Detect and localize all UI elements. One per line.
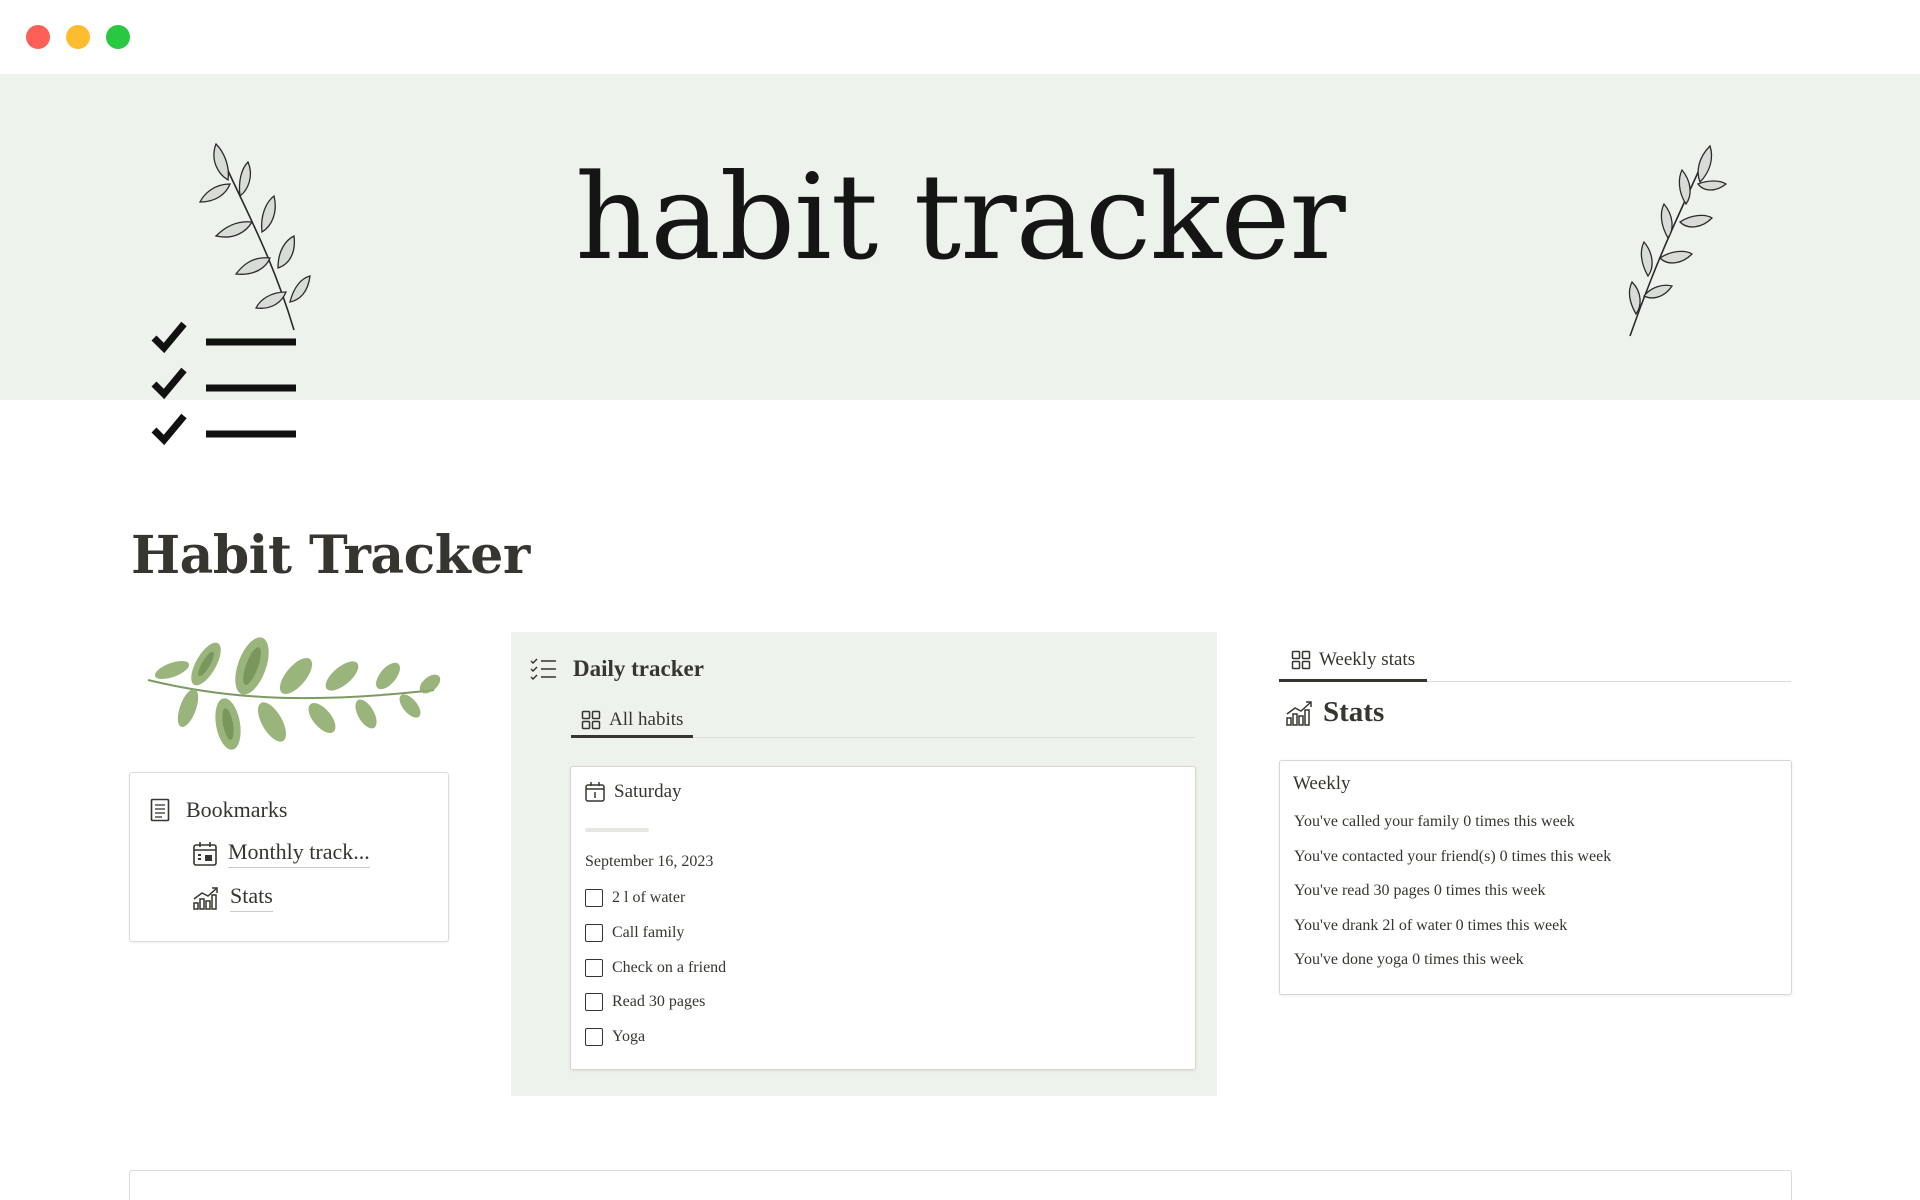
checklist-page-icon[interactable] <box>150 320 300 452</box>
habit-item: Check on a friend <box>585 959 726 977</box>
habit-item: Yoga <box>585 1028 645 1046</box>
tab-label: Weekly stats <box>1319 648 1416 670</box>
card-day-label: Saturday <box>614 781 682 802</box>
bookmark-link-label[interactable]: Monthly track... <box>228 839 370 868</box>
habit-checkbox[interactable] <box>585 924 603 942</box>
habit-checkbox[interactable] <box>585 1028 603 1046</box>
habit-label: Yoga <box>612 1028 646 1045</box>
progress-bar <box>585 828 649 832</box>
stats-title[interactable]: Stats <box>1323 696 1384 729</box>
stats-header: Stats <box>1285 696 1384 729</box>
weekly-stat-line: You've drank 2l of water 0 times this we… <box>1294 917 1568 934</box>
card-date: September 16, 2023 <box>585 853 714 870</box>
gallery-icon <box>1291 650 1311 669</box>
growth-chart-icon[interactable] <box>1285 699 1315 727</box>
bookmark-link-monthly-tracker[interactable]: Monthly track... <box>192 839 370 868</box>
weekly-stats-card[interactable]: Weekly You've called your family 0 times… <box>1279 760 1792 995</box>
daily-tracker-header: Daily tracker <box>529 656 704 682</box>
close-window-button[interactable] <box>26 25 50 49</box>
bookmarks-callout: Bookmarks Monthly track... Stats <box>129 772 449 942</box>
tab-label: All habits <box>609 708 684 730</box>
bottom-callout <box>129 1170 1792 1200</box>
habit-item: Read 30 pages <box>585 993 705 1011</box>
daily-tracker-section: Daily tracker All habits Saturday Septem… <box>511 632 1217 1096</box>
habit-label: Call family <box>612 924 685 941</box>
habit-checkbox[interactable] <box>585 959 603 977</box>
window-titlebar <box>0 0 1920 74</box>
habit-label: Check on a friend <box>612 959 727 976</box>
watercolor-leaves-illustration <box>147 637 441 750</box>
growth-chart-icon <box>193 886 218 910</box>
daily-tracker-title[interactable]: Daily tracker <box>573 656 704 682</box>
weekly-stat-line: You've done yoga 0 times this week <box>1294 951 1524 968</box>
habit-item: 2 l of water <box>585 889 685 907</box>
habit-checkbox[interactable] <box>585 889 603 907</box>
daily-tracker-view-tabs: All habits <box>571 704 1195 738</box>
bookmark-link-label[interactable]: Stats <box>230 883 273 912</box>
maximize-window-button[interactable] <box>106 25 130 49</box>
calendar-icon <box>193 841 217 866</box>
card-title: Saturday <box>584 781 682 803</box>
bookmark-link-stats[interactable]: Stats <box>192 883 273 912</box>
calendar-day-icon <box>585 782 605 802</box>
habit-label: 2 l of water <box>612 889 686 906</box>
minimize-window-button[interactable] <box>66 25 90 49</box>
weekly-stat-line: You've contacted your friend(s) 0 times … <box>1294 848 1612 865</box>
habit-label: Read 30 pages <box>612 993 706 1010</box>
habit-checkbox[interactable] <box>585 993 603 1011</box>
gallery-icon <box>581 710 601 729</box>
weekly-stat-line: You've called your family 0 times this w… <box>1294 813 1575 830</box>
weekly-stats-view-tabs: Weekly stats <box>1279 640 1791 682</box>
page-title: Habit Tracker <box>131 525 530 586</box>
bookmarks-header: Bookmarks <box>150 797 287 823</box>
checklist-icon[interactable] <box>529 657 557 681</box>
weekly-stat-line: You've read 30 pages 0 times this week <box>1294 882 1546 899</box>
weekly-card-title: Weekly <box>1293 773 1351 794</box>
daily-habit-card[interactable]: Saturday September 16, 2023 2 l of water… <box>570 766 1196 1070</box>
tab-weekly-stats[interactable]: Weekly stats <box>1279 640 1428 682</box>
tab-all-habits[interactable]: All habits <box>571 704 694 738</box>
bookmarks-title: Bookmarks <box>186 797 288 822</box>
habit-item: Call family <box>585 924 684 942</box>
document-icon <box>150 798 170 822</box>
olive-sprig-right-illustration <box>1628 144 1728 337</box>
